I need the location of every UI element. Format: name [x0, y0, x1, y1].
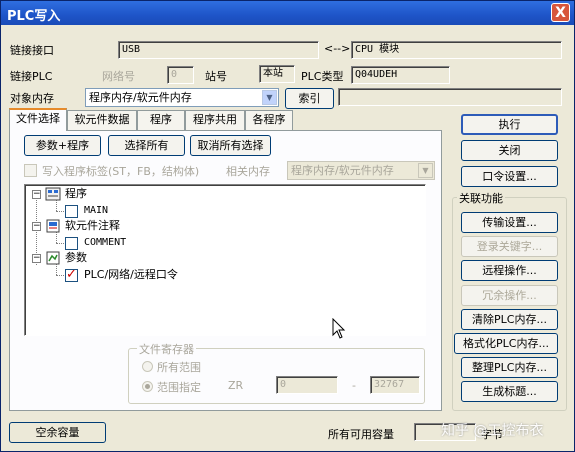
link-arrow: <--> [324, 42, 351, 55]
redundant-operation-button[interactable]: 冗余操作... [461, 285, 558, 306]
write-label-checkbox[interactable] [24, 164, 37, 177]
link-interface-label: 链接接口 [10, 44, 54, 57]
free-capacity-button[interactable]: 空余容量 [9, 422, 106, 443]
clear-plc-memory-button[interactable]: 清除PLC内存... [461, 309, 558, 330]
remote-operation-button[interactable]: 远程操作... [461, 260, 558, 281]
collapse-icon[interactable]: − [32, 254, 41, 263]
write-label-text: 写入程序标签(ST，FB，结构体) [42, 165, 200, 178]
tree-device-comment[interactable]: 软元件注释 [65, 218, 120, 234]
target-memory-select[interactable]: 程序内存/软元件内存 ▼ [85, 88, 279, 107]
main-checkbox[interactable] [65, 205, 78, 218]
related-functions-title: 关联功能 [457, 190, 505, 206]
chevron-down-icon[interactable]: ▼ [262, 90, 277, 105]
watermark-text: 知乎 @工控布衣 [441, 423, 544, 439]
tab-device-data[interactable]: 软元件数据 [67, 110, 137, 130]
all-range-label: 所有范围 [157, 361, 201, 374]
plc-type-field: Q04UDEH [351, 66, 450, 84]
range-spec-label: 范围指定 [157, 381, 201, 394]
transfer-settings-button[interactable]: 传输设置... [461, 212, 558, 233]
range-from-input[interactable]: 0 [276, 376, 338, 394]
generate-title-button[interactable]: 生成标题... [461, 381, 558, 402]
file-tree[interactable]: − 程序 MAIN − 软元件注释 COMMENT − 参数 PLC/网络/远程… [24, 184, 426, 336]
tree-comment[interactable]: COMMENT [84, 235, 126, 251]
zr-label: ZR [228, 379, 244, 392]
tree-program[interactable]: 程序 [65, 186, 87, 202]
tree-parameter[interactable]: 参数 [65, 250, 87, 266]
login-keyword-button[interactable]: 登录关键字... [461, 236, 558, 257]
select-all-button[interactable]: 选择所有 [108, 135, 185, 156]
close-button[interactable]: 关闭 [461, 140, 558, 161]
range-to-input[interactable]: 32767 [370, 376, 420, 394]
format-plc-memory-button[interactable]: 格式化PLC内存... [454, 333, 558, 354]
parameter-folder-icon [46, 251, 60, 265]
window-title: PLC写入 [7, 9, 61, 24]
param-item-checkbox[interactable] [65, 267, 78, 282]
collapse-icon[interactable]: − [32, 222, 41, 231]
mouse-cursor-icon [332, 318, 346, 339]
network-no-label: 网络号 [102, 70, 135, 83]
related-memory-select[interactable]: 程序内存/软元件内存 ▼ [287, 161, 435, 180]
all-range-radio[interactable] [142, 361, 153, 372]
tab-program[interactable]: 程序 [137, 110, 185, 130]
plc-type-label: PLC类型 [301, 70, 344, 83]
tree-plc-network-password[interactable]: PLC/网络/远程口令 [84, 267, 178, 283]
title-bar[interactable]: PLC写入 X [1, 1, 574, 25]
station-no-label: 站号 [205, 70, 227, 83]
tab-file-selection[interactable]: 文件选择 [9, 108, 67, 131]
chevron-down-icon[interactable]: ▼ [418, 163, 433, 178]
comment-checkbox[interactable] [65, 237, 78, 250]
file-register-title: 文件寄存器 [137, 341, 196, 357]
target-memory-value: 程序内存/软元件内存 [89, 91, 192, 104]
tree-main[interactable]: MAIN [84, 203, 108, 219]
tab-each-program[interactable]: 各程序 [245, 110, 293, 130]
password-settings-button[interactable]: 口令设置... [461, 166, 558, 187]
link-interface-field: USB [118, 41, 319, 59]
range-dash: - [352, 379, 356, 392]
link-plc-label: 链接PLC [10, 70, 53, 83]
comment-folder-icon [46, 219, 60, 233]
station-no-field: 本站 [259, 65, 295, 83]
network-no-field: 0 [167, 66, 194, 84]
target-memory-label: 对象内存 [10, 92, 54, 105]
plc-write-dialog: PLC写入 X 链接接口 USB <--> CPU 模块 链接PLC 网络号 0… [0, 0, 575, 452]
related-memory-value: 程序内存/软元件内存 [291, 164, 394, 177]
program-folder-icon [45, 187, 61, 201]
param-program-button[interactable]: 参数+程序 [24, 135, 101, 156]
index-button[interactable]: 索引 [285, 88, 334, 109]
related-memory-label: 相关内存 [226, 165, 270, 178]
range-spec-radio[interactable] [142, 381, 153, 392]
execute-button[interactable]: 执行 [461, 114, 558, 135]
index-display-field [338, 88, 562, 106]
tab-program-common[interactable]: 程序共用 [185, 110, 245, 130]
all-capacity-label: 所有可用容量 [328, 428, 394, 441]
cpu-module-field: CPU 模块 [351, 41, 562, 59]
collapse-icon[interactable]: − [32, 190, 41, 199]
close-icon[interactable]: X [551, 3, 570, 22]
deselect-all-button[interactable]: 取消所有选择 [190, 135, 271, 156]
arrange-plc-memory-button[interactable]: 整理PLC内存... [461, 357, 558, 378]
